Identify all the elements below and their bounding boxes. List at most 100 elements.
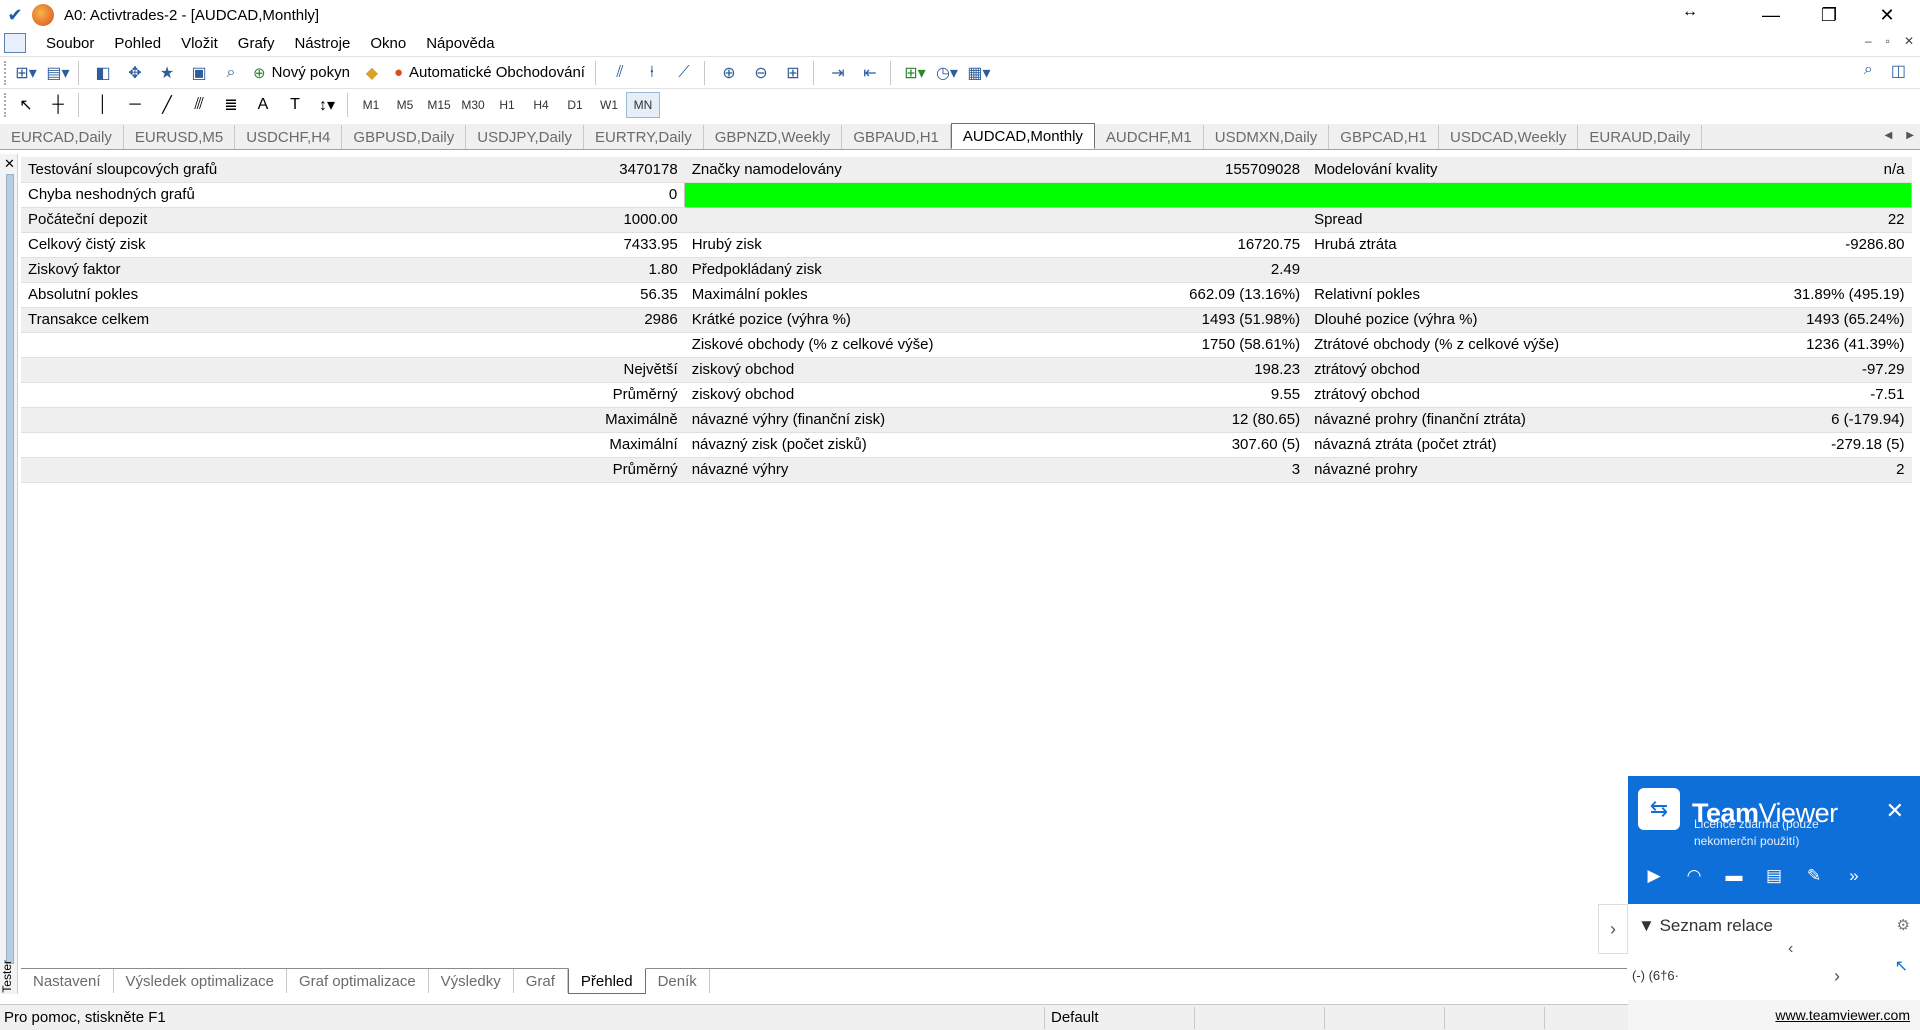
tab-results[interactable]: Výsledky [429, 969, 514, 993]
timeframe-w1[interactable]: W1 [592, 92, 626, 118]
menu-tools[interactable]: Nástroje [294, 35, 350, 52]
tab-graph[interactable]: Graf [514, 969, 568, 993]
menu-view[interactable]: Pohled [114, 35, 161, 52]
channel-icon[interactable]: ⫻ [185, 92, 213, 118]
tv-back-icon[interactable]: ‹ [1788, 940, 1793, 958]
profiles-icon[interactable]: ▤▾ [44, 60, 72, 86]
menu-charts[interactable]: Grafy [238, 35, 275, 52]
timeframe-m1[interactable]: M1 [354, 92, 388, 118]
navigator-icon[interactable]: ★ [153, 60, 181, 86]
fibonacci-icon[interactable]: ≣ [217, 92, 245, 118]
menu-help[interactable]: Nápověda [426, 35, 494, 52]
gear-icon[interactable]: ⚙ [1897, 916, 1910, 934]
tab-journal[interactable]: Deník [646, 969, 710, 993]
arrows-icon[interactable]: ↕▾ [313, 92, 341, 118]
tab-optimization-results[interactable]: Výsledek optimalizace [114, 969, 287, 993]
headset-icon[interactable]: ◠ [1682, 864, 1706, 888]
zoom-in-icon[interactable]: ⊕ [715, 60, 743, 86]
chart-tab-active[interactable]: AUDCAD,Monthly [950, 123, 1095, 149]
timeframe-m30[interactable]: M30 [456, 92, 490, 118]
video-icon[interactable]: ▶ [1642, 864, 1666, 888]
crosshair-icon[interactable]: ┼ [44, 92, 72, 118]
tv-collapse-icon[interactable]: › [1598, 904, 1628, 954]
data-window-icon[interactable]: ✥ [121, 60, 149, 86]
mdi-close-button[interactable]: ✕ [1904, 34, 1914, 48]
chat-icon[interactable]: ◫ [1891, 61, 1906, 81]
chart-tab[interactable]: GBPCAD,H1 [1329, 125, 1439, 149]
label-icon[interactable]: T [281, 92, 309, 118]
strategy-tester-icon[interactable]: ⌕ [217, 60, 245, 86]
chart-tab[interactable]: USDMXN,Daily [1204, 125, 1330, 149]
candlestick-icon[interactable]: ⍿ [638, 60, 666, 86]
timeframe-m5[interactable]: M5 [388, 92, 422, 118]
mdi-restore-button[interactable]: ▫ [1886, 34, 1890, 48]
meta-editor-icon[interactable]: ◆ [358, 60, 386, 86]
tab-scroll-left-icon[interactable]: ◀ [1885, 130, 1893, 141]
tv-session-entry[interactable]: (-) (6†6· [1632, 968, 1679, 983]
chart-tab[interactable]: EURCAD,Daily [0, 125, 124, 149]
indicators-icon[interactable]: ⊞▾ [901, 60, 929, 86]
timeframe-m15[interactable]: M15 [422, 92, 456, 118]
templates-icon[interactable]: ▦▾ [965, 60, 993, 86]
tools-icon[interactable]: ✎ [1802, 864, 1826, 888]
chart-tab[interactable]: GBPUSD,Daily [342, 125, 467, 149]
tv-session-list-title[interactable]: ▼ Seznam relace [1638, 916, 1773, 936]
timeframe-h1[interactable]: H1 [490, 92, 524, 118]
tab-report[interactable]: Přehled [567, 968, 646, 994]
chart-tab[interactable]: USDCAD,Weekly [1439, 125, 1579, 149]
new-chart-icon[interactable]: ⊞▾ [12, 60, 40, 86]
toolbar-grip[interactable] [4, 92, 8, 117]
restore-button[interactable]: ❐ [1800, 0, 1858, 30]
mdi-minimize-button[interactable]: – [1865, 34, 1872, 48]
timeframe-h4[interactable]: H4 [524, 92, 558, 118]
timeframe-mn[interactable]: MN [626, 91, 660, 118]
chart-tab[interactable]: EURTRY,Daily [584, 125, 704, 149]
files-icon[interactable]: ▤ [1762, 864, 1786, 888]
chat-icon[interactable]: ▬ [1722, 864, 1746, 888]
resize-icon[interactable]: ↔ [1682, 3, 1698, 21]
timeframe-d1[interactable]: D1 [558, 92, 592, 118]
cursor-icon[interactable]: ↖ [12, 92, 40, 118]
minimize-button[interactable]: — [1742, 0, 1800, 30]
trendline-icon[interactable]: ╱ [153, 92, 181, 118]
tv-next-icon[interactable]: › [1834, 966, 1840, 987]
chart-tab[interactable]: USDCHF,H4 [235, 125, 343, 149]
chart-tab[interactable]: EURUSD,M5 [124, 125, 236, 149]
text-icon[interactable]: A [249, 92, 277, 118]
tester-close-icon[interactable]: ✕ [4, 156, 15, 172]
expand-icon[interactable]: » [1842, 864, 1866, 888]
chart-tab[interactable]: EURAUD,Daily [1578, 125, 1703, 149]
tab-scroll-right-icon[interactable]: ▶ [1906, 130, 1914, 141]
chart-tab[interactable]: USDJPY,Daily [466, 125, 585, 149]
chart-tab[interactable]: GBPAUD,H1 [842, 125, 951, 149]
tv-close-icon[interactable]: ✕ [1886, 798, 1904, 824]
bar-chart-icon[interactable]: ⫽ [606, 60, 634, 86]
metric-value: 198.23 [1182, 357, 1308, 383]
chart-tab[interactable]: GBPNZD,Weekly [704, 125, 843, 149]
line-chart-icon[interactable]: ⟋ [670, 60, 698, 86]
auto-scroll-icon[interactable]: ⇥ [824, 60, 852, 86]
horizontal-line-icon[interactable]: ─ [121, 92, 149, 118]
tile-windows-icon[interactable]: ⊞ [779, 60, 807, 86]
document-icon[interactable] [4, 33, 26, 53]
chart-shift-icon[interactable]: ⇤ [856, 60, 884, 86]
menu-window[interactable]: Okno [370, 35, 406, 52]
tab-optimization-graph[interactable]: Graf optimalizace [287, 969, 429, 993]
tester-drag-handle[interactable] [6, 174, 14, 964]
tv-website-link[interactable]: www.teamviewer.com [1775, 1007, 1910, 1023]
terminal-icon[interactable]: ▣ [185, 60, 213, 86]
market-watch-icon[interactable]: ◧ [89, 60, 117, 86]
periods-icon[interactable]: ◷▾ [933, 60, 961, 86]
chart-tab[interactable]: AUDCHF,M1 [1095, 125, 1204, 149]
tab-settings[interactable]: Nastavení [21, 969, 114, 993]
close-button[interactable]: ✕ [1858, 0, 1916, 30]
new-order-button[interactable]: ⊕ Nový pokyn [249, 60, 354, 86]
menu-file[interactable]: Soubor [46, 35, 94, 52]
zoom-out-icon[interactable]: ⊖ [747, 60, 775, 86]
auto-trading-button[interactable]: ● Automatické Obchodování [390, 60, 589, 86]
menu-insert[interactable]: Vložit [181, 35, 218, 52]
vertical-line-icon[interactable]: │ [89, 92, 117, 118]
search-icon[interactable]: ⌕ [1864, 61, 1873, 81]
pin-icon[interactable]: ↖ [1895, 956, 1908, 976]
toolbar-grip[interactable] [4, 60, 8, 85]
